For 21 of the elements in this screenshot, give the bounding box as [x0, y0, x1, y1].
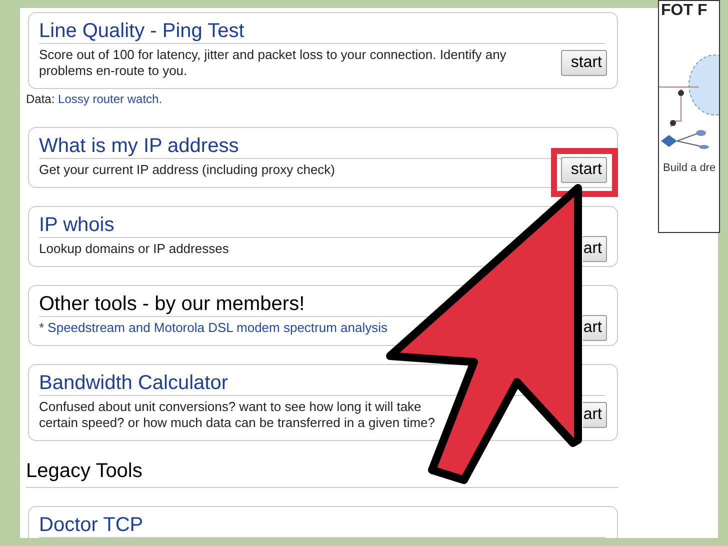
start-button[interactable]: art [583, 315, 607, 341]
tool-title-link[interactable]: Line Quality - Ping Test [39, 19, 244, 43]
tool-description: Score out of 100 for latency, jitter and packet loss to your connection. Identify any problems en-route to you. [39, 47, 508, 79]
description-link[interactable]: * Speedstream and Motorola DSL modem spectrum analysis [39, 320, 388, 336]
start-button[interactable]: start [561, 157, 607, 183]
data-note: Data: Lossy router watch. [26, 91, 162, 107]
router-watch-link[interactable]: Lossy router watch. [58, 92, 162, 106]
tool-title-link[interactable]: IP whois [39, 213, 114, 237]
start-button[interactable]: art [583, 402, 607, 428]
tool-title-link[interactable]: Bandwidth Calculator [39, 371, 228, 395]
tool-description: Lookup domains or IP addresses [39, 241, 229, 257]
tool-description: Get your current IP address (including proxy check) [39, 162, 336, 178]
start-button[interactable]: art [583, 236, 607, 262]
ad-caption: Build a dre [662, 161, 716, 175]
tool-title-link[interactable]: What is my IP address [39, 134, 239, 158]
ad-heading: FOT F [660, 1, 708, 21]
start-button[interactable]: start [561, 50, 607, 76]
tool-title-link[interactable]: Doctor TCP [39, 513, 144, 537]
tool-description: Confused about unit conversions? want to see how long it will take [39, 399, 422, 415]
tool-title: Other tools - by our members! [39, 292, 305, 316]
tool-description: certain speed? or how much data can be transferred in a given time? [39, 415, 436, 431]
